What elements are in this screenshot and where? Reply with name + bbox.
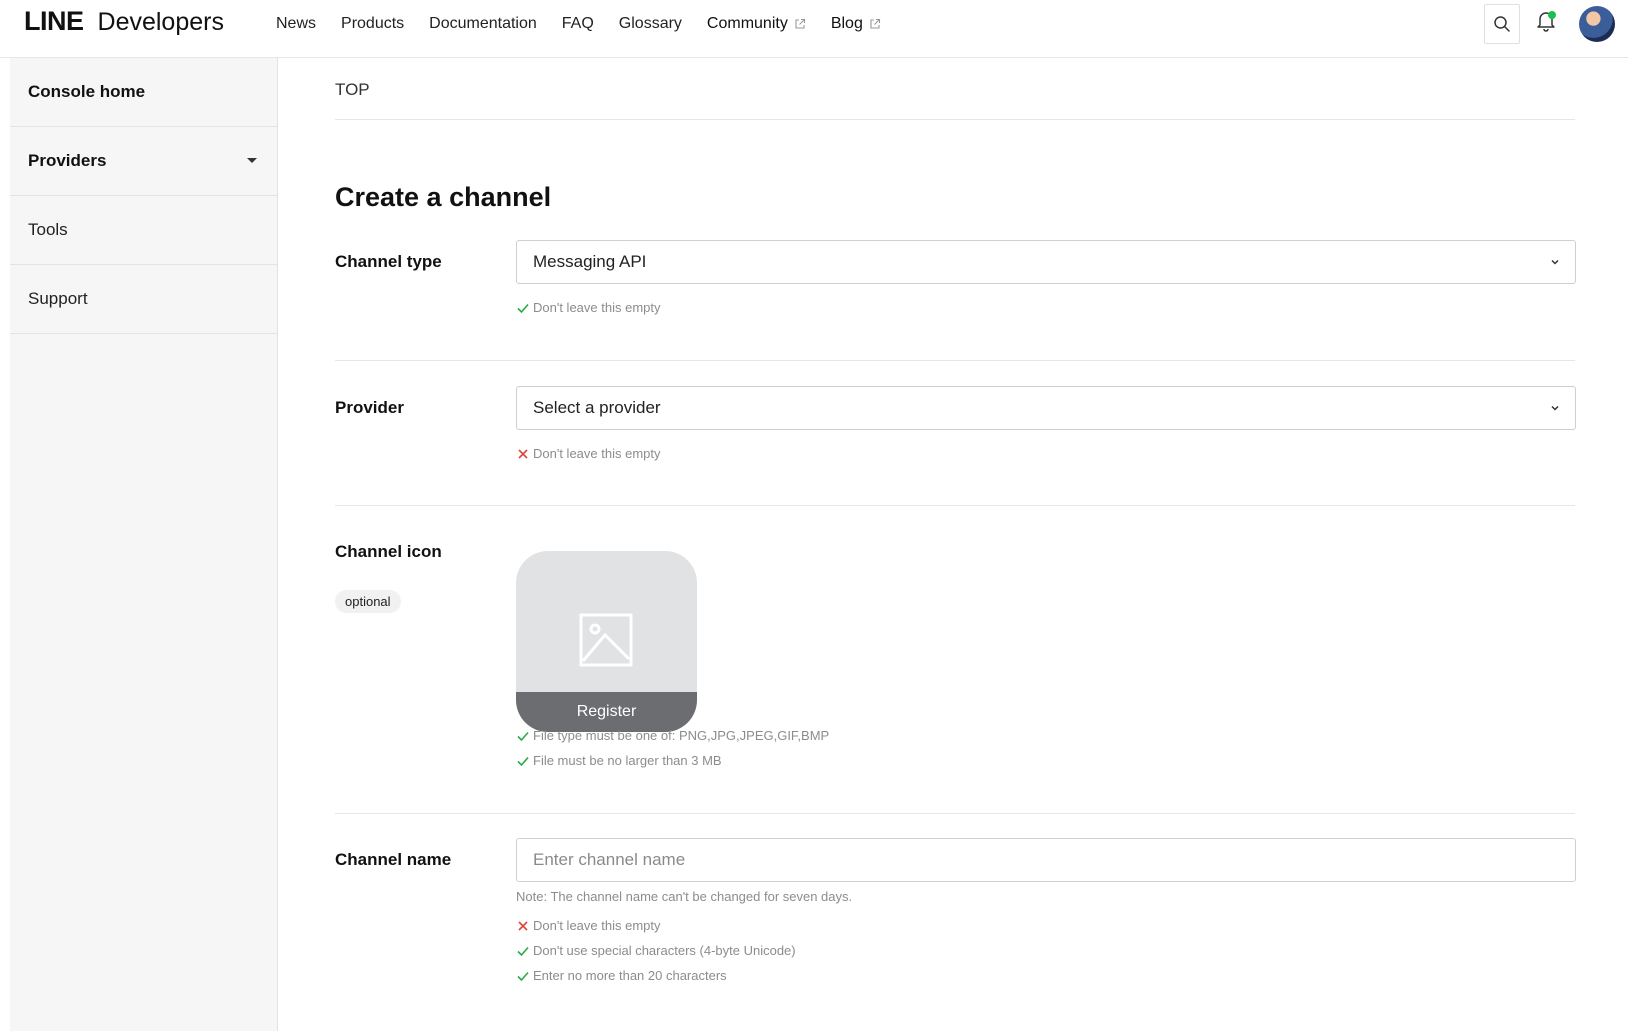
nav-label: Products	[341, 15, 405, 32]
nav-community[interactable]: Community	[707, 15, 806, 33]
channel-icon-hint-filetype: File type must be one of: PNG,JPG,JPEG,G…	[516, 728, 829, 743]
sidebar-item-tools[interactable]: Tools	[10, 196, 277, 265]
channel-type-hint-ok: Don't leave this empty	[516, 300, 661, 315]
channel-name-hint-unicode: Don't use special characters (4-byte Uni…	[516, 943, 796, 958]
hint-text: Don't leave this empty	[533, 300, 661, 315]
check-icon	[517, 731, 529, 741]
page-title: Create a channel	[335, 182, 552, 212]
nav-news[interactable]: News	[276, 15, 316, 33]
nav-products[interactable]: Products	[341, 15, 404, 33]
chevron-down-icon	[1551, 405, 1559, 411]
breadcrumb[interactable]: TOP	[335, 80, 370, 100]
external-link-icon	[870, 18, 880, 29]
channel-name-input[interactable]	[516, 838, 1576, 882]
channel-type-select[interactable]: Messaging API	[516, 240, 1576, 284]
avatar[interactable]	[1579, 6, 1615, 42]
note-text: Note: The channel name can't be changed …	[516, 889, 853, 904]
provider-select[interactable]: Select a provider	[516, 386, 1576, 430]
sidebar-item-providers[interactable]: Providers	[10, 127, 277, 196]
provider-value: Select a provider	[533, 398, 661, 417]
search-button[interactable]	[1484, 4, 1520, 44]
sidebar-item-label: Tools	[28, 220, 68, 239]
sidebar-item-label: Support	[28, 289, 88, 308]
hint-text: Don't use special characters (4-byte Uni…	[533, 943, 796, 958]
sidebar-item-support[interactable]: Support	[10, 265, 277, 334]
hint-text: Don't leave this empty	[533, 446, 661, 461]
nav-label: Blog	[830, 15, 863, 32]
channel-icon-upload[interactable]: Register	[516, 551, 697, 732]
check-icon	[517, 756, 529, 766]
provider-label: Provider	[335, 398, 404, 417]
channel-name-hint-error: Don't leave this empty	[516, 918, 661, 933]
sidebar-item-console-home[interactable]: Console home	[10, 58, 277, 127]
x-icon	[518, 920, 528, 931]
hint-text: File type must be one of: PNG,JPG,JPEG,G…	[533, 728, 830, 743]
notifications-button[interactable]	[1535, 8, 1557, 34]
logo-line-text: LINE	[24, 6, 84, 36]
external-link-icon	[795, 18, 805, 29]
hint-text: Don't leave this empty	[533, 918, 661, 933]
channel-type-label: Channel type	[335, 252, 442, 271]
channel-icon-hint-filesize: File must be no larger than 3 MB	[516, 753, 722, 768]
divider	[335, 119, 1575, 120]
sidebar-item-label: Console home	[28, 82, 146, 101]
check-icon	[517, 303, 529, 313]
hint-text: File must be no larger than 3 MB	[533, 753, 722, 768]
sidebar: Console home Providers Tools Support	[10, 58, 278, 1031]
nav-glossary[interactable]: Glossary	[619, 15, 682, 33]
sidebar-item-label: Providers	[28, 151, 107, 170]
register-button[interactable]: Register	[516, 692, 697, 732]
line-developers-logo[interactable]: LINE Developers	[24, 6, 224, 40]
nav-label: News	[276, 15, 317, 32]
provider-hint-error: Don't leave this empty	[516, 446, 661, 461]
caret-down-icon	[247, 158, 257, 163]
check-icon	[517, 946, 529, 956]
optional-badge: optional	[335, 590, 401, 613]
notification-dot	[1548, 11, 1556, 19]
divider	[335, 360, 1575, 361]
x-icon	[518, 448, 528, 459]
channel-type-value: Messaging API	[533, 252, 647, 271]
logo-developers-text: Developers	[97, 8, 224, 36]
nav-label: FAQ	[561, 15, 594, 32]
nav-label: Community	[706, 15, 788, 32]
top-header: LINE Developers News Products Documentat…	[0, 0, 1628, 58]
channel-name-label: Channel name	[335, 850, 452, 869]
image-placeholder-icon	[579, 613, 633, 667]
search-icon	[1494, 16, 1510, 32]
hint-text: Enter no more than 20 characters	[533, 968, 727, 983]
main-content: TOP Create a channel Channel type Messag…	[278, 58, 1628, 1031]
chevron-down-icon	[1551, 259, 1559, 265]
nav-faq[interactable]: FAQ	[562, 15, 594, 33]
channel-icon-label: Channel icon	[335, 542, 442, 561]
main-nav: News Products Documentation FAQ Glossary…	[276, 12, 906, 36]
channel-name-note: Note: The channel name can't be changed …	[516, 889, 852, 904]
nav-label: Documentation	[429, 15, 537, 32]
divider	[335, 813, 1575, 814]
check-icon	[517, 971, 529, 981]
channel-name-hint-length: Enter no more than 20 characters	[516, 968, 727, 983]
nav-documentation[interactable]: Documentation	[429, 15, 537, 33]
nav-blog[interactable]: Blog	[831, 15, 881, 33]
nav-label: Glossary	[618, 15, 682, 32]
divider	[335, 505, 1575, 506]
